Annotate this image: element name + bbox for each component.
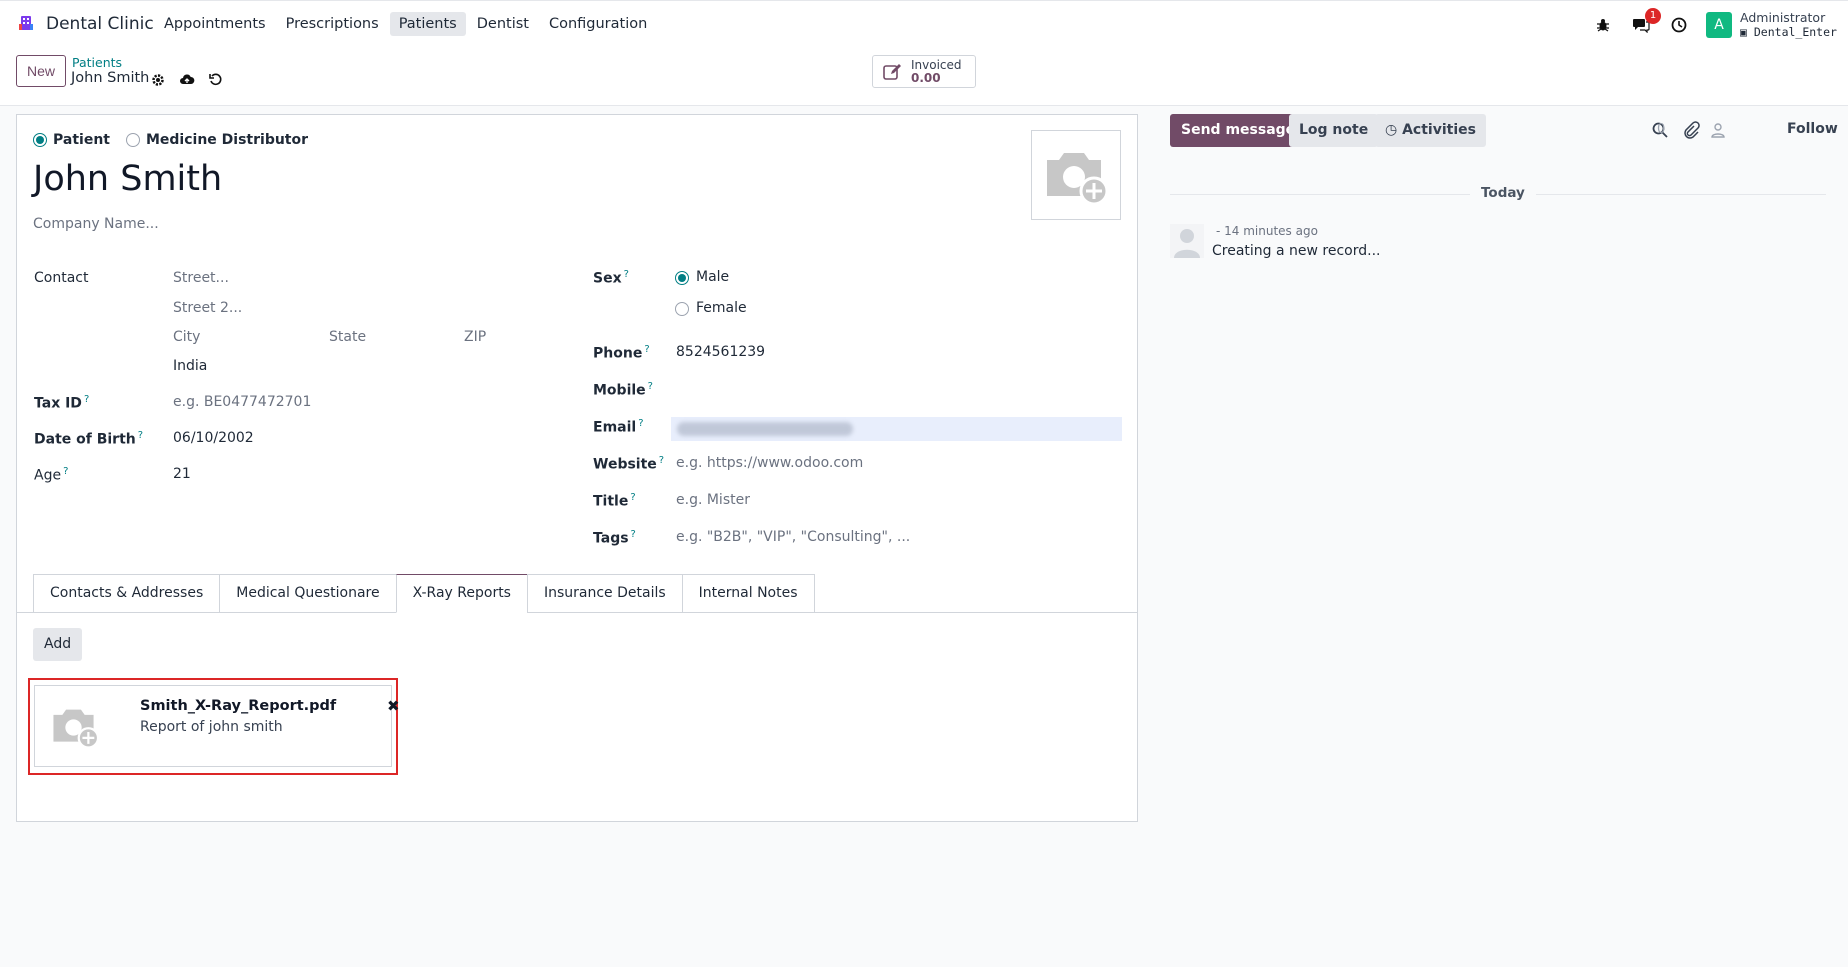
tab-medical-questionare[interactable]: Medical Questionare [219, 574, 396, 613]
xray-report-card[interactable]: Smith_X-Ray_Report.pdf Report of john sm… [34, 685, 400, 767]
male-radio-label[interactable]: Male [696, 269, 729, 285]
title-field[interactable]: e.g. Mister [676, 492, 750, 508]
camera-add-icon [53, 709, 100, 749]
age-label: Age? [34, 466, 69, 484]
notebook-tabs: Contacts & Addresses Medical Questionare… [33, 574, 815, 613]
dob-label: Date of Birth? [34, 430, 144, 448]
user-menu[interactable]: Administrator ▣ Dental_Enter [1740, 10, 1848, 40]
send-message-button[interactable]: Send message [1170, 114, 1307, 147]
chat-icon[interactable]: 1 [1630, 8, 1661, 36]
menu-patients[interactable]: Patients [389, 12, 466, 36]
message-body: Creating a new record... [1212, 243, 1381, 259]
separator-line-left [1170, 194, 1470, 195]
menu-dentist[interactable]: Dentist [468, 12, 538, 36]
database-icon: ▣ [1740, 25, 1747, 39]
app-title[interactable]: Dental Clinic [46, 14, 154, 34]
street2-field[interactable]: Street 2... [173, 300, 242, 316]
top-navbar: Dental Clinic Appointments Prescriptions… [0, 0, 1848, 48]
phone-field[interactable]: 8524561239 [676, 344, 765, 360]
mobile-label: Mobile? [593, 381, 653, 399]
phone-label: Phone? [593, 344, 650, 362]
patient-radio[interactable] [33, 133, 47, 147]
tab-contacts-addresses[interactable]: Contacts & Addresses [33, 574, 220, 613]
age-field: 21 [173, 466, 191, 482]
xray-report-title: Smith_X-Ray_Report.pdf [140, 698, 337, 714]
tab-insurance-details[interactable]: Insurance Details [526, 574, 682, 613]
clock-icon: ◷ [1385, 122, 1398, 138]
email-redacted-value [677, 422, 853, 436]
chatter-panel: Send message Log note ◷ Activities 0 Fol… [1146, 106, 1848, 967]
contact-label: Contact [34, 270, 89, 286]
person-icon[interactable] [1711, 122, 1725, 138]
male-radio[interactable] [675, 271, 689, 285]
gear-icon[interactable] [150, 72, 166, 88]
messages-badge: 1 [1645, 8, 1661, 24]
invoiced-label: Invoiced [911, 57, 962, 72]
patient-radio-label[interactable]: Patient [53, 132, 110, 148]
state-field[interactable]: State [329, 329, 366, 345]
distributor-radio[interactable] [125, 133, 140, 147]
menu-appointments[interactable]: Appointments [155, 12, 275, 36]
city-field[interactable]: City [173, 329, 200, 345]
main-menu: Appointments Prescriptions Patients Dent… [155, 12, 656, 36]
invoiced-value: 0.00 [911, 70, 941, 85]
website-label: Website? [593, 455, 665, 473]
menu-prescriptions[interactable]: Prescriptions [277, 12, 388, 36]
female-radio[interactable] [675, 302, 689, 316]
partner-type-selector: Patient Medicine Distributor [33, 132, 324, 148]
user-name: Administrator [1740, 10, 1826, 25]
website-field[interactable]: e.g. https://www.odoo.com [676, 455, 863, 471]
message-time: - 14 minutes ago [1216, 224, 1318, 238]
bug-icon[interactable] [1592, 14, 1614, 36]
tax-id-field[interactable]: e.g. BE0477472701 [173, 394, 311, 410]
tags-label: Tags? [593, 529, 636, 547]
activities-button[interactable]: ◷ Activities [1375, 114, 1486, 147]
separator-line-right [1536, 194, 1826, 195]
company-name-field[interactable]: Company Name... [33, 216, 159, 232]
form-sheet: Patient Medicine Distributor John Smith … [16, 114, 1138, 822]
follow-button[interactable]: Follow [1787, 121, 1838, 137]
author-avatar[interactable] [1170, 224, 1204, 258]
camera-add-icon [1047, 153, 1109, 206]
dob-field[interactable]: 06/10/2002 [173, 430, 254, 446]
dental-clinic-app-icon[interactable] [17, 14, 35, 32]
remove-icon[interactable]: ✖ [387, 697, 400, 715]
menu-configuration[interactable]: Configuration [540, 12, 656, 36]
tags-field[interactable]: e.g. "B2B", "VIP", "Consulting", ... [676, 529, 910, 545]
photo-upload[interactable] [1031, 130, 1121, 220]
log-note-button[interactable]: Log note [1289, 114, 1379, 147]
new-button[interactable]: New [16, 55, 67, 87]
female-radio-label[interactable]: Female [696, 300, 747, 316]
country-field[interactable]: India [173, 358, 207, 374]
patient-name-field[interactable]: John Smith [33, 159, 222, 199]
clock-icon[interactable] [1668, 14, 1690, 36]
paperclip-icon[interactable] [1682, 121, 1700, 139]
breadcrumb-current: John Smith [71, 70, 150, 86]
control-panel: New Patients John Smith Invoiced 0.00 [0, 48, 1848, 106]
xray-report-description: Report of john smith [140, 719, 283, 735]
discard-icon[interactable] [208, 72, 224, 88]
followers-count[interactable]: 0 [1657, 122, 1665, 137]
street-field[interactable]: Street... [173, 270, 229, 286]
user-avatar[interactable]: A [1706, 12, 1732, 38]
invoiced-smart-button[interactable]: Invoiced 0.00 [872, 55, 976, 88]
edit-icon [883, 63, 901, 80]
breadcrumb-patients[interactable]: Patients [72, 55, 122, 70]
database-name: Dental_Enter [1753, 25, 1837, 39]
tab-internal-notes[interactable]: Internal Notes [681, 574, 815, 613]
zip-field[interactable]: ZIP [464, 329, 486, 345]
title-label: Title? [593, 492, 636, 510]
sex-label: Sex? [593, 269, 629, 287]
day-separator: Today [1481, 185, 1525, 201]
systray: 1 A Administrator ▣ Dental_Enter [1592, 1, 1848, 49]
distributor-radio-label[interactable]: Medicine Distributor [146, 132, 308, 148]
tax-id-label: Tax ID? [34, 394, 90, 412]
tab-xray-reports[interactable]: X-Ray Reports [395, 574, 527, 613]
add-xray-button[interactable]: Add [33, 628, 83, 661]
cloud-upload-icon[interactable] [179, 72, 195, 88]
email-label: Email? [593, 418, 644, 436]
